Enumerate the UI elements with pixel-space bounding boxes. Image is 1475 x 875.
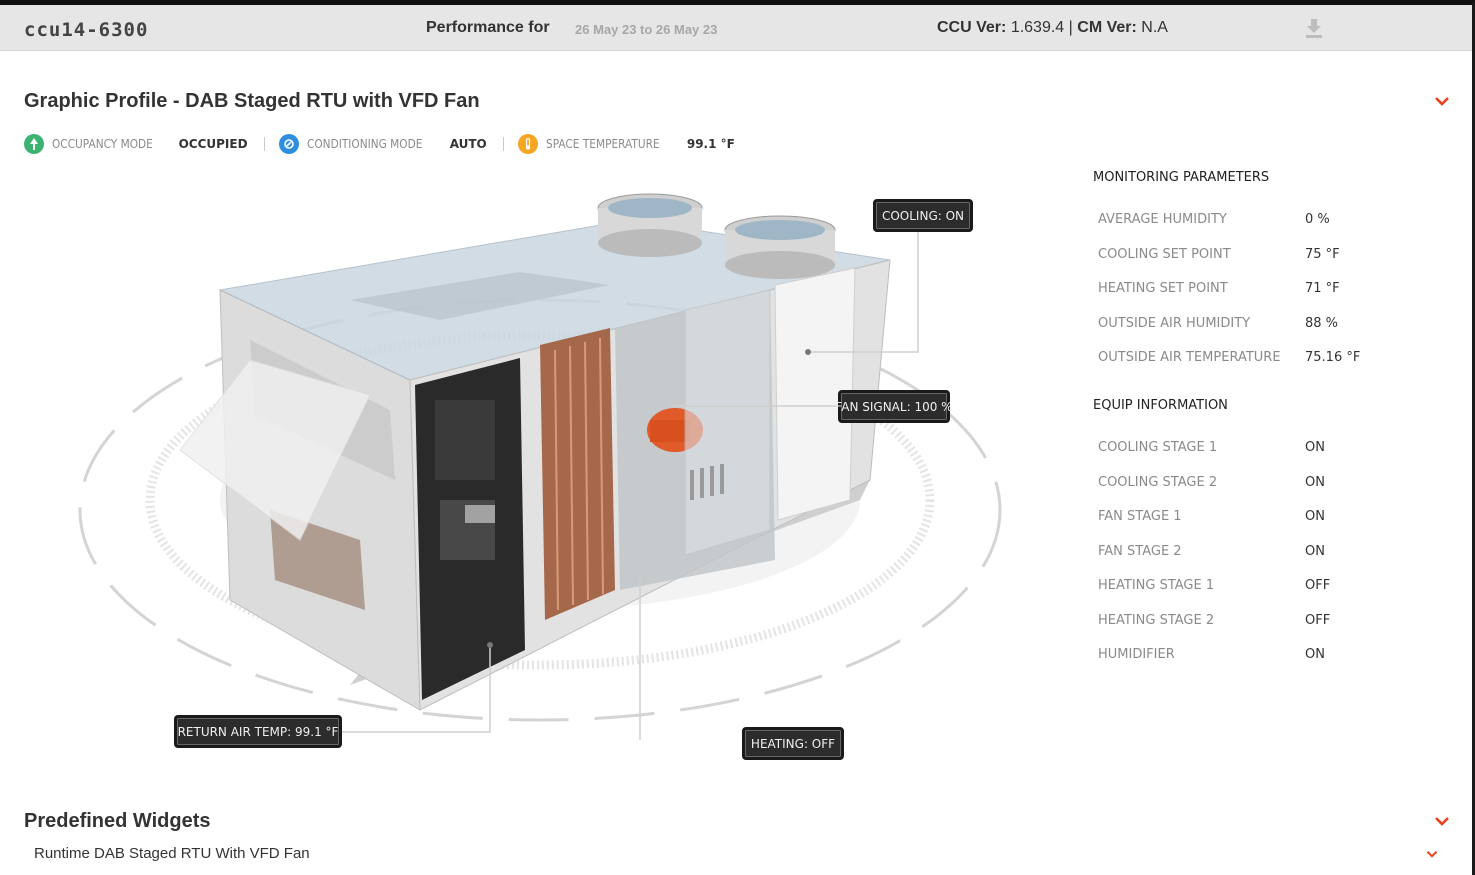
param-value: 71 °F: [1305, 281, 1340, 296]
equip-value: ON: [1305, 647, 1325, 662]
equip-label: FAN STAGE 2: [1098, 544, 1182, 559]
chevron-down-icon[interactable]: [1434, 815, 1450, 827]
ccu-version: 1.639.4: [1010, 19, 1065, 36]
cm-version: N.A: [1141, 19, 1168, 36]
param-label: OUTSIDE AIR TEMPERATURE: [1098, 350, 1281, 365]
equip-label: FAN STAGE 1: [1098, 509, 1182, 524]
param-value: 0 %: [1305, 212, 1330, 227]
occupancy-mode-value: OCCUPIED: [178, 137, 248, 151]
download-icon[interactable]: [1304, 17, 1324, 39]
version-info: CCU Ver: 1.639.4 | CM Ver: N.A: [937, 19, 1168, 37]
version-separator: |: [1068, 19, 1073, 36]
equip-value: ON: [1305, 509, 1325, 524]
occupancy-icon: [24, 134, 44, 154]
chevron-down-icon[interactable]: [1426, 849, 1438, 859]
cm-version-label: CM Ver:: [1077, 19, 1137, 36]
param-value: 75.16 °F: [1305, 350, 1361, 365]
predefined-widgets-title: Predefined Widgets: [24, 810, 211, 832]
equip-value: OFF: [1305, 578, 1331, 593]
conditioning-icon: [278, 134, 299, 154]
status-row: OCCUPANCY MODE OCCUPIED CONDITIONING MOD…: [24, 132, 751, 156]
space-temperature-label: SPACE TEMPERATURE: [545, 137, 660, 151]
heating-callout: HEATING: OFF: [742, 727, 844, 760]
monitoring-parameters-title: MONITORING PARAMETERS: [1093, 170, 1270, 185]
equip-label: HEATING STAGE 1: [1098, 578, 1215, 593]
conditioning-mode-value: AUTO: [449, 137, 487, 151]
equip-value: ON: [1305, 475, 1325, 490]
header-bar: ccu14-6300 Performance for 26 May 23 to …: [0, 5, 1472, 51]
site-name: ccu14-6300: [24, 19, 149, 41]
occupancy-mode-label: OCCUPANCY MODE: [52, 137, 153, 151]
equip-value: ON: [1305, 440, 1325, 455]
date-range-picker[interactable]: 26 May 23 to 26 May 23: [575, 22, 717, 37]
ccu-version-label: CCU Ver:: [937, 19, 1007, 36]
equip-value: ON: [1305, 544, 1325, 559]
param-label: HEATING SET POINT: [1098, 281, 1228, 296]
equip-label: COOLING STAGE 1: [1098, 440, 1218, 455]
temperature-icon: [517, 134, 538, 154]
equip-label: COOLING STAGE 2: [1098, 475, 1218, 490]
param-label: COOLING SET POINT: [1098, 247, 1231, 262]
space-temperature-value: 99.1 °F: [686, 137, 735, 151]
fan-signal-callout: FAN SIGNAL: 100 %: [835, 390, 953, 423]
status-divider: [502, 137, 504, 151]
chevron-down-icon[interactable]: [1434, 95, 1450, 107]
param-label: AVERAGE HUMIDITY: [1098, 212, 1227, 227]
equip-value: OFF: [1305, 613, 1331, 628]
param-value: 75 °F: [1305, 247, 1340, 262]
status-divider: [263, 137, 265, 151]
graphic-profile-title: Graphic Profile - DAB Staged RTU with VF…: [24, 90, 480, 112]
rtu-unit-illustration: [78, 193, 1002, 740]
equip-label: HUMIDIFIER: [1098, 647, 1175, 662]
conditioning-mode-label: CONDITIONING MODE: [306, 137, 422, 151]
cooling-callout: COOLING: ON: [873, 199, 973, 232]
return-air-temp-callout: RETURN AIR TEMP: 99.1 °F: [174, 715, 342, 748]
runtime-widget-item[interactable]: Runtime DAB Staged RTU With VFD Fan: [34, 845, 310, 862]
param-label: OUTSIDE AIR HUMIDITY: [1098, 316, 1251, 331]
param-value: 88 %: [1305, 316, 1339, 331]
equip-label: HEATING STAGE 2: [1098, 613, 1215, 628]
equip-information-title: EQUIP INFORMATION: [1093, 398, 1228, 413]
performance-label: Performance for: [426, 19, 550, 36]
